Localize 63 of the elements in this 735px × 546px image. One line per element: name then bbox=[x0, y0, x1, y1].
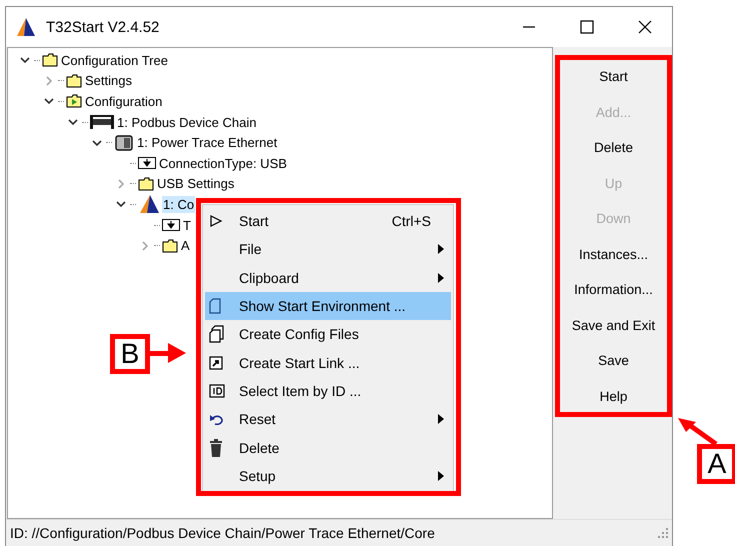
side-button[interactable]: Delete bbox=[562, 130, 666, 166]
submenu-arrow-icon bbox=[438, 414, 444, 424]
setting-icon bbox=[162, 219, 180, 232]
menu-item[interactable]: Delete bbox=[205, 433, 451, 462]
chain-icon bbox=[90, 114, 114, 130]
tree-item[interactable]: A bbox=[180, 237, 191, 254]
menu-item[interactable]: Create Start Link ... bbox=[205, 348, 451, 377]
folder-icon bbox=[66, 74, 82, 88]
side-button[interactable]: Instances... bbox=[562, 236, 666, 272]
side-button[interactable]: Help bbox=[562, 378, 666, 414]
tree-item[interactable]: 1: Co bbox=[162, 196, 196, 213]
shortcut-icon bbox=[209, 356, 223, 370]
maximize-icon[interactable] bbox=[580, 20, 594, 34]
menu-item[interactable]: Start Ctrl+S bbox=[205, 207, 451, 236]
side-button[interactable]: Information... bbox=[562, 272, 666, 308]
play-icon bbox=[209, 214, 223, 228]
chevron-down-icon[interactable] bbox=[20, 55, 30, 66]
tree-item[interactable]: USB Settings bbox=[156, 175, 236, 192]
menu-item[interactable]: Select Item by ID ... bbox=[205, 376, 451, 406]
tree-item[interactable]: ConnectionType: USB bbox=[158, 154, 288, 172]
tree-item[interactable]: 1: Podbus Device Chain bbox=[116, 114, 258, 131]
trash-icon bbox=[209, 438, 223, 457]
callout-arrow bbox=[150, 343, 186, 363]
submenu-arrow-icon bbox=[438, 470, 444, 481]
menu-item[interactable]: Setup bbox=[205, 462, 451, 490]
tree-item[interactable]: Configuration bbox=[84, 92, 164, 110]
tree-item[interactable]: 1: Power Trace Ethernet bbox=[136, 134, 278, 152]
side-button[interactable]: Start bbox=[562, 59, 666, 94]
logo-icon bbox=[138, 194, 160, 214]
setting-icon bbox=[138, 157, 156, 170]
callout-label: B bbox=[110, 334, 150, 374]
tree-item[interactable]: Settings bbox=[84, 72, 133, 90]
folder-play-icon bbox=[66, 94, 82, 108]
chevron-down-icon[interactable] bbox=[44, 96, 54, 106]
folder-icon bbox=[138, 176, 154, 191]
status-text: ID: //Configuration/Podbus Device Chain/Power Trace Ethernet/Core bbox=[10, 525, 435, 541]
menu-item[interactable]: File bbox=[205, 235, 451, 264]
page-icon bbox=[209, 298, 221, 314]
chevron-down-icon[interactable] bbox=[116, 199, 126, 210]
menu-item[interactable]: Show Start Environment ... bbox=[205, 292, 451, 320]
device-icon bbox=[114, 134, 134, 152]
close-icon[interactable] bbox=[638, 20, 652, 34]
app-logo-icon bbox=[16, 17, 36, 37]
menu-item[interactable]: Clipboard bbox=[205, 264, 451, 292]
callout-label: A bbox=[697, 444, 735, 484]
undo-icon bbox=[209, 413, 225, 426]
chevron-down-icon[interactable] bbox=[92, 138, 102, 148]
id-card-icon bbox=[209, 384, 225, 398]
folder-icon bbox=[42, 53, 58, 68]
callout-arrow bbox=[678, 418, 718, 446]
side-button[interactable]: Save bbox=[562, 343, 666, 378]
folder-icon bbox=[162, 238, 178, 253]
chevron-down-icon[interactable] bbox=[68, 117, 78, 128]
pages-icon bbox=[209, 325, 225, 344]
window-title: T32Start V2.4.52 bbox=[46, 18, 160, 36]
side-button[interactable]: Save and Exit bbox=[562, 308, 666, 343]
submenu-arrow-icon bbox=[438, 244, 444, 254]
resize-grip-icon[interactable] bbox=[658, 528, 668, 538]
tree-item[interactable]: T bbox=[182, 216, 192, 234]
menu-item[interactable]: Create Config Files bbox=[205, 320, 451, 348]
submenu-arrow-icon bbox=[438, 272, 444, 283]
tree-item[interactable]: Configuration Tree bbox=[60, 52, 169, 69]
menu-item[interactable]: Reset bbox=[205, 405, 451, 434]
